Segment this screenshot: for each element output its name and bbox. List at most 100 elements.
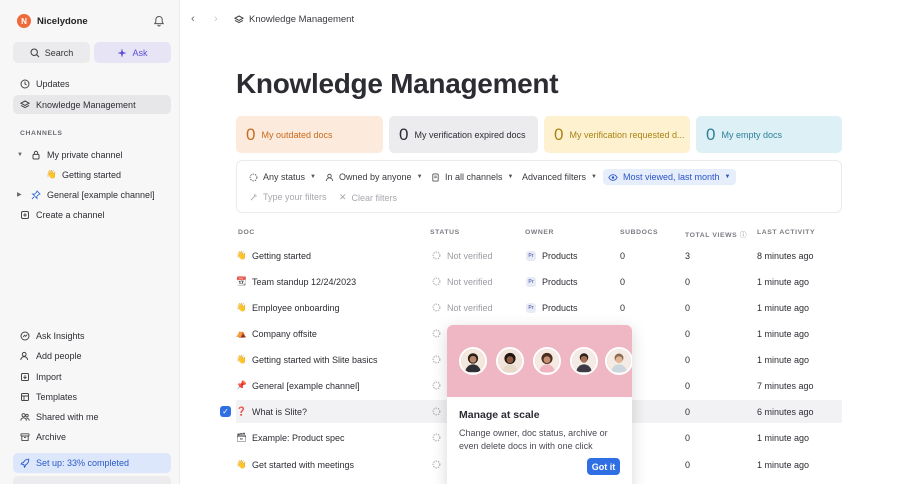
waving-hand-icon: 👋 [46,169,57,179]
status-cell[interactable]: Not verified [432,244,493,267]
stat-card-expired[interactable]: 0 My verification expired docs [389,116,538,153]
sidebar-channel-general[interactable]: ▶ General [example channel] [13,185,171,204]
subdocs-cell: 0 [620,276,626,287]
rocket-icon [20,458,30,468]
caret-down-icon: ▼ [507,174,514,180]
sidebar-item-archive[interactable]: Archive [13,427,171,446]
sidebar-item-label: Getting started [62,169,122,180]
templates-icon [21,392,29,401]
stat-card-outdated[interactable]: 0 My outdated docs [236,116,383,153]
workspace-name: Nicelydone [37,15,88,27]
activity-cell: 8 minutes ago [757,250,814,261]
owner-group-icon: Pr [526,302,536,313]
search-button[interactable]: Search [13,42,90,63]
doc-title: General [example channel] [252,380,360,391]
doc-title: Team standup 12/24/2023 [252,276,357,287]
chevron-right-icon[interactable]: ▶ [17,191,25,198]
subdocs-cell: 0 [620,302,626,313]
waving-hand-icon: 👋 [236,354,247,364]
avatar [570,347,598,375]
column-header-owner[interactable]: OWNER [525,229,554,236]
setup-progress-button[interactable]: Set up: 33% completed [13,453,171,473]
owner-group-icon: Pr [526,250,536,261]
type-filters-input[interactable]: Type your filters [249,192,327,202]
waving-hand-icon: 👋 [236,459,247,469]
stat-label: My outdated docs [261,129,333,140]
workspace-switcher[interactable]: N Nicelydone [17,14,88,28]
forward-arrow-icon[interactable]: › [214,13,218,25]
clock-icon [20,79,30,88]
sidebar: N Nicelydone Search Ask Updates Knowledg… [0,0,180,484]
status-cell[interactable] [432,348,441,371]
avatar [605,347,632,375]
sort-filter-label: Most viewed, last month [623,172,720,182]
sidebar-item-add-people[interactable]: Add people [13,346,171,365]
tent-icon: ⛺ [236,328,247,338]
sidebar-item-import[interactable]: Import [13,367,171,386]
status-cell[interactable] [432,400,441,423]
info-icon: ⓘ [739,232,748,239]
column-header-total-views[interactable]: TOTAL VIEWS ⓘ [685,229,747,239]
column-header-subdocs[interactable]: SUBDOCS [620,229,658,236]
views-cell: 0 [685,432,691,443]
clear-filters-button[interactable]: ✕ Clear filters [339,192,397,203]
stat-card-requested[interactable]: 0 My verification requested d... [544,116,690,153]
owner-cell[interactable]: Pr Products [526,296,578,319]
advanced-filters[interactable]: Advanced filters ▼ [517,169,602,185]
sidebar-footer-banner [13,476,171,484]
chevron-down-icon[interactable]: ▼ [17,152,25,158]
status-cell[interactable]: Not verified [432,270,493,293]
stat-card-empty[interactable]: 0 My empty docs [696,116,842,153]
sidebar-channel-private[interactable]: ▼ My private channel [13,145,171,164]
activity-cell: 6 minutes ago [757,406,814,417]
question-mark-icon: ❓ [236,406,247,416]
doc-cell: ⛺ Company offsite [236,322,317,345]
status-cell[interactable]: Not verified [432,296,493,319]
pin-icon [31,189,41,200]
sidebar-item-knowledge[interactable]: Knowledge Management [13,95,171,114]
status-filter[interactable]: Any status ▼ [244,169,321,185]
owner-filter[interactable]: Owned by anyone ▼ [320,169,428,185]
table-row[interactable]: 👋 Getting started Not verified Pr Products… [236,244,842,267]
bell-icon[interactable] [153,15,165,27]
breadcrumb[interactable]: Knowledge Management [234,14,354,25]
sidebar-item-ask-insights[interactable]: Ask Insights [13,326,171,345]
dashed-circle-icon [432,407,441,416]
channel-filter[interactable]: In all channels ▼ [426,169,519,185]
owner-cell[interactable]: Pr Products [526,270,578,293]
avatar [459,347,487,375]
sidebar-item-label: Templates [36,391,78,402]
status-cell[interactable] [432,322,441,345]
doc-cell: 🗃 Example: Product spec [236,426,345,449]
activity-cell: 1 minute ago [757,302,810,313]
card-file-box-icon: 🗃 [236,432,247,442]
create-channel-button[interactable]: Create a channel [13,205,171,224]
ask-button[interactable]: Ask [94,42,171,63]
breadcrumb-label: Knowledge Management [249,14,355,25]
table-row[interactable]: 📆 Team standup 12/24/2023 Not verified Pr… [236,270,842,293]
doc-title: Example: Product spec [252,432,345,443]
status-cell[interactable] [432,453,441,476]
doc-title: Employee onboarding [252,302,340,313]
status-cell[interactable] [432,374,441,397]
sidebar-item-templates[interactable]: Templates [13,387,171,406]
sidebar-item-shared[interactable]: Shared with me [13,407,171,426]
sidebar-item-updates[interactable]: Updates [13,74,171,93]
row-checkbox[interactable]: ✓ [220,406,231,417]
avatar [496,347,524,375]
column-header-status[interactable]: STATUS [430,229,460,236]
column-header-last-activity[interactable]: LAST ACTIVITY [757,229,815,236]
sidebar-item-label: Create a channel [36,209,105,220]
sort-filter[interactable]: Most viewed, last month ▼ [603,169,736,185]
doc-title: Getting started with Slite basics [252,354,378,365]
owner-cell[interactable]: Pr Products [526,244,578,267]
status-cell[interactable] [432,426,441,449]
dashed-circle-icon [432,277,441,286]
popup-illustration [447,325,632,397]
back-arrow-icon[interactable]: ‹ [191,13,195,25]
table-row[interactable]: 👋 Employee onboarding Not verified Pr Prod… [236,296,842,319]
column-header-doc[interactable]: DOC [238,229,255,236]
stat-label: My verification requested d... [569,129,685,140]
sidebar-channel-getting-started[interactable]: 👋 Getting started [13,165,171,184]
got-it-button[interactable]: Got it [587,458,620,475]
